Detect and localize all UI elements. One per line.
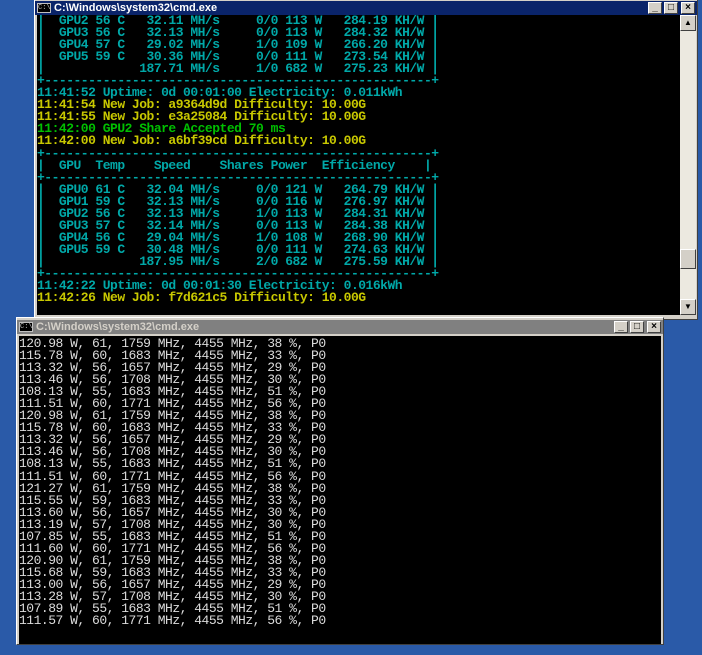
scroll-thumb[interactable] bbox=[680, 249, 696, 270]
close-icon[interactable]: × bbox=[647, 321, 661, 333]
maximize-icon[interactable]: □ bbox=[664, 2, 678, 14]
console-output[interactable]: | GPU2 56 C 32.11 MH/s 0/0 113 W 284.19 … bbox=[37, 15, 680, 315]
scroll-up-icon[interactable]: ▲ bbox=[680, 15, 696, 31]
cmd-window-gpu-stats[interactable]: C:\ C:\Windows\system32\cmd.exe _ □ × 12… bbox=[16, 317, 664, 645]
console-line: 11:42:26 New Job: f7d621c5 Difficulty: 1… bbox=[37, 290, 366, 306]
minimize-icon[interactable]: _ bbox=[648, 2, 662, 14]
title-bar[interactable]: C:\ C:\Windows\system32\cmd.exe _ □ × bbox=[17, 320, 663, 334]
window-title: C:\Windows\system32\cmd.exe bbox=[54, 2, 218, 14]
title-bar[interactable]: C:\ C:\Windows\system32\cmd.exe _ □ × bbox=[35, 1, 697, 15]
cmd-window-miner[interactable]: C:\ C:\Windows\system32\cmd.exe _ □ × | … bbox=[34, 0, 698, 320]
scroll-down-icon[interactable]: ▼ bbox=[680, 299, 696, 315]
vertical-scrollbar[interactable]: ▲ ▼ bbox=[680, 15, 696, 315]
console-output[interactable]: 120.98 W, 61, 1759 MHz, 4455 MHz, 38 %, … bbox=[19, 336, 661, 644]
cmd-icon[interactable]: C:\ bbox=[19, 322, 33, 332]
console-line: 111.57 W, 60, 1771 MHz, 4455 MHz, 56 %, … bbox=[19, 613, 326, 629]
maximize-icon[interactable]: □ bbox=[630, 321, 644, 333]
window-title: C:\Windows\system32\cmd.exe bbox=[36, 321, 200, 333]
minimize-icon[interactable]: _ bbox=[614, 321, 628, 333]
cmd-icon[interactable]: C:\ bbox=[37, 3, 51, 13]
close-icon[interactable]: × bbox=[681, 2, 695, 14]
